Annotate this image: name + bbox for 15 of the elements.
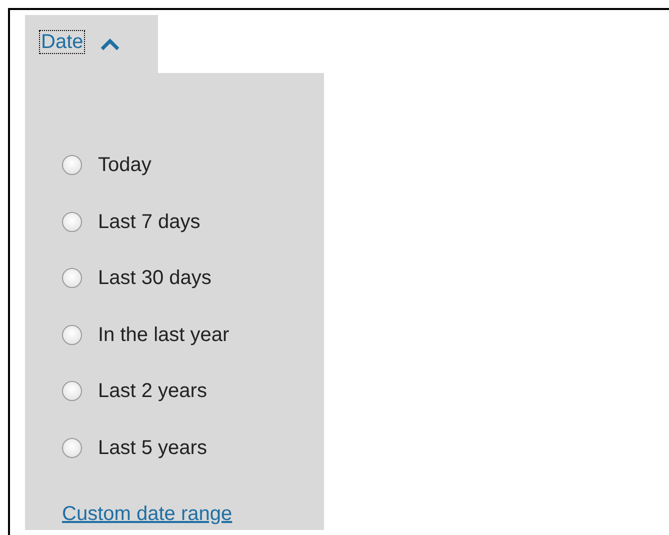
radio-button[interactable] [62, 438, 82, 458]
radio-button[interactable] [62, 324, 82, 345]
filter-title[interactable]: Date [39, 30, 86, 54]
option-label[interactable]: Last 7 days [98, 206, 200, 237]
option-label[interactable]: Today [98, 150, 152, 180]
radio-button[interactable] [62, 381, 82, 402]
radio-button[interactable] [62, 268, 82, 288]
chevron-up-icon[interactable] [99, 37, 122, 51]
custom-range-link[interactable]: Custom date range [62, 499, 232, 529]
radio-button[interactable] [62, 155, 82, 176]
option-label[interactable]: Last 2 years [98, 376, 207, 406]
option-label[interactable]: In the last year [98, 320, 230, 350]
option-label[interactable]: Last 5 years [98, 432, 207, 463]
option-label[interactable]: Last 30 days [98, 263, 212, 294]
radio-button[interactable] [62, 212, 82, 232]
